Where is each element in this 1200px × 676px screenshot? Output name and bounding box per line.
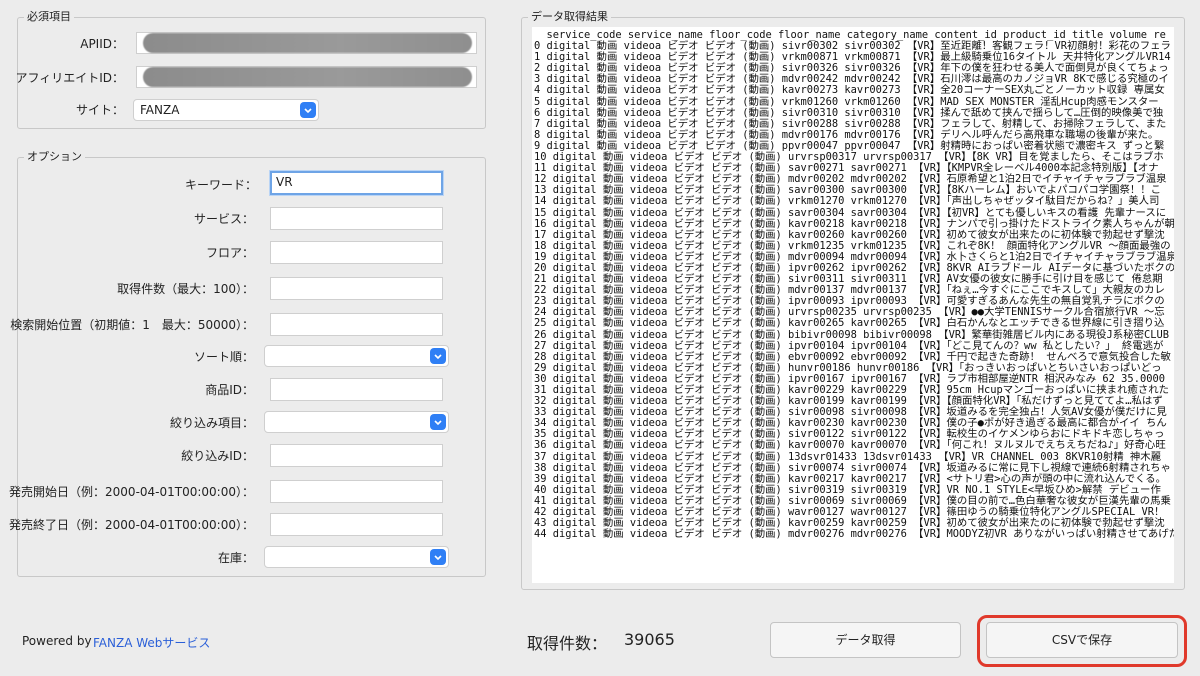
powered-by-text: Powered by	[22, 634, 92, 648]
options-group-title: オプション	[24, 149, 85, 165]
result-row: 44 digital 動画 videoa ビデオ ビデオ (動画) mdvr00…	[534, 528, 1174, 541]
sort-label: ソート順：	[193, 350, 254, 364]
sort-select[interactable]	[264, 345, 449, 367]
offset-label: 検索開始位置（初期値：1 最大：50000）：	[10, 318, 254, 332]
fetch-data-button[interactable]: データ取得	[770, 622, 961, 658]
keyword-input[interactable]: VR	[270, 171, 443, 195]
offset-input[interactable]	[270, 313, 443, 336]
sort-select-chevron-icon	[430, 348, 446, 364]
apiid-label: APIID：	[80, 37, 124, 51]
results-text-area[interactable]: service_code service_name floor_code flo…	[532, 27, 1174, 583]
save-csv-button[interactable]: CSVで保存	[986, 622, 1178, 658]
stock-select[interactable]	[264, 546, 449, 568]
result-row: 5 digital 動画 videoa ビデオ ビデオ (動画) vrkm012…	[534, 95, 1159, 108]
result-row: 14 digital 動画 videoa ビデオ ビデオ (動画) vrkm01…	[534, 195, 1160, 208]
site-select-chevron-icon	[300, 102, 316, 118]
result-count-label: 取得件数：	[527, 634, 608, 653]
affiliate-id-field[interactable]	[136, 66, 477, 88]
filter-id-input[interactable]	[270, 444, 443, 467]
product-id-input[interactable]	[270, 378, 443, 401]
keyword-label: キーワード：	[184, 178, 257, 192]
service-input[interactable]	[270, 207, 443, 230]
required-group-title: 必須項目	[24, 9, 74, 25]
count-label: 取得件数（最大：100）：	[117, 282, 254, 296]
date-end-input[interactable]	[270, 513, 443, 536]
keyword-input-value: VR	[276, 175, 293, 189]
filter-item-select-chevron-icon	[430, 414, 446, 430]
results-group-title: データ取得結果	[528, 9, 611, 25]
product-id-label: 商品ID：	[205, 383, 254, 397]
affiliate-id-label: アフィリエイトID：	[15, 71, 124, 85]
fanza-web-service-link[interactable]: FANZA Webサービス	[93, 634, 210, 651]
result-row: 15 digital 動画 videoa ビデオ ビデオ (動画) savr00…	[534, 206, 1167, 219]
site-select-value: FANZA	[140, 103, 180, 117]
site-select[interactable]: FANZA	[133, 99, 319, 121]
floor-label: フロア：	[205, 246, 254, 260]
apiid-field[interactable]	[136, 32, 477, 54]
affiliate-id-redacted	[143, 67, 472, 87]
apiid-redacted	[143, 33, 472, 53]
date-start-input[interactable]	[270, 480, 443, 503]
date-end-label: 発売終了日（例：2000-04-01T00:00:00）：	[9, 518, 254, 532]
filter-id-label: 絞り込みID：	[181, 449, 254, 463]
date-start-label: 発売開始日（例：2000-04-01T00:00:00）：	[9, 485, 254, 499]
result-row: 37 digital 動画 videoa ビデオ ビデオ (動画) 13dsvr…	[534, 450, 1162, 463]
result-row: 25 digital 動画 videoa ビデオ ビデオ (動画) kavr00…	[534, 317, 1165, 330]
count-input[interactable]	[270, 277, 443, 300]
result-row: 4 digital 動画 videoa ビデオ ビデオ (動画) kavr002…	[534, 84, 1165, 97]
service-label: サービス：	[193, 212, 254, 226]
stock-select-chevron-icon	[430, 549, 446, 565]
results-rows: 0 digital 動画 videoa ビデオ ビデオ (動画) sivr003…	[534, 40, 1174, 541]
result-row: 26 digital 動画 videoa ビデオ ビデオ (動画) bibivr…	[534, 328, 1169, 341]
result-row: 36 digital 動画 videoa ビデオ ビデオ (動画) kavr00…	[534, 439, 1166, 452]
result-count-value: 39065	[624, 630, 675, 649]
filter-item-select[interactable]	[264, 411, 449, 433]
floor-input[interactable]	[270, 241, 443, 264]
filter-item-label: 絞り込み項目：	[169, 416, 254, 430]
site-label: サイト：	[75, 103, 124, 117]
stock-label: 在庫：	[217, 551, 254, 565]
